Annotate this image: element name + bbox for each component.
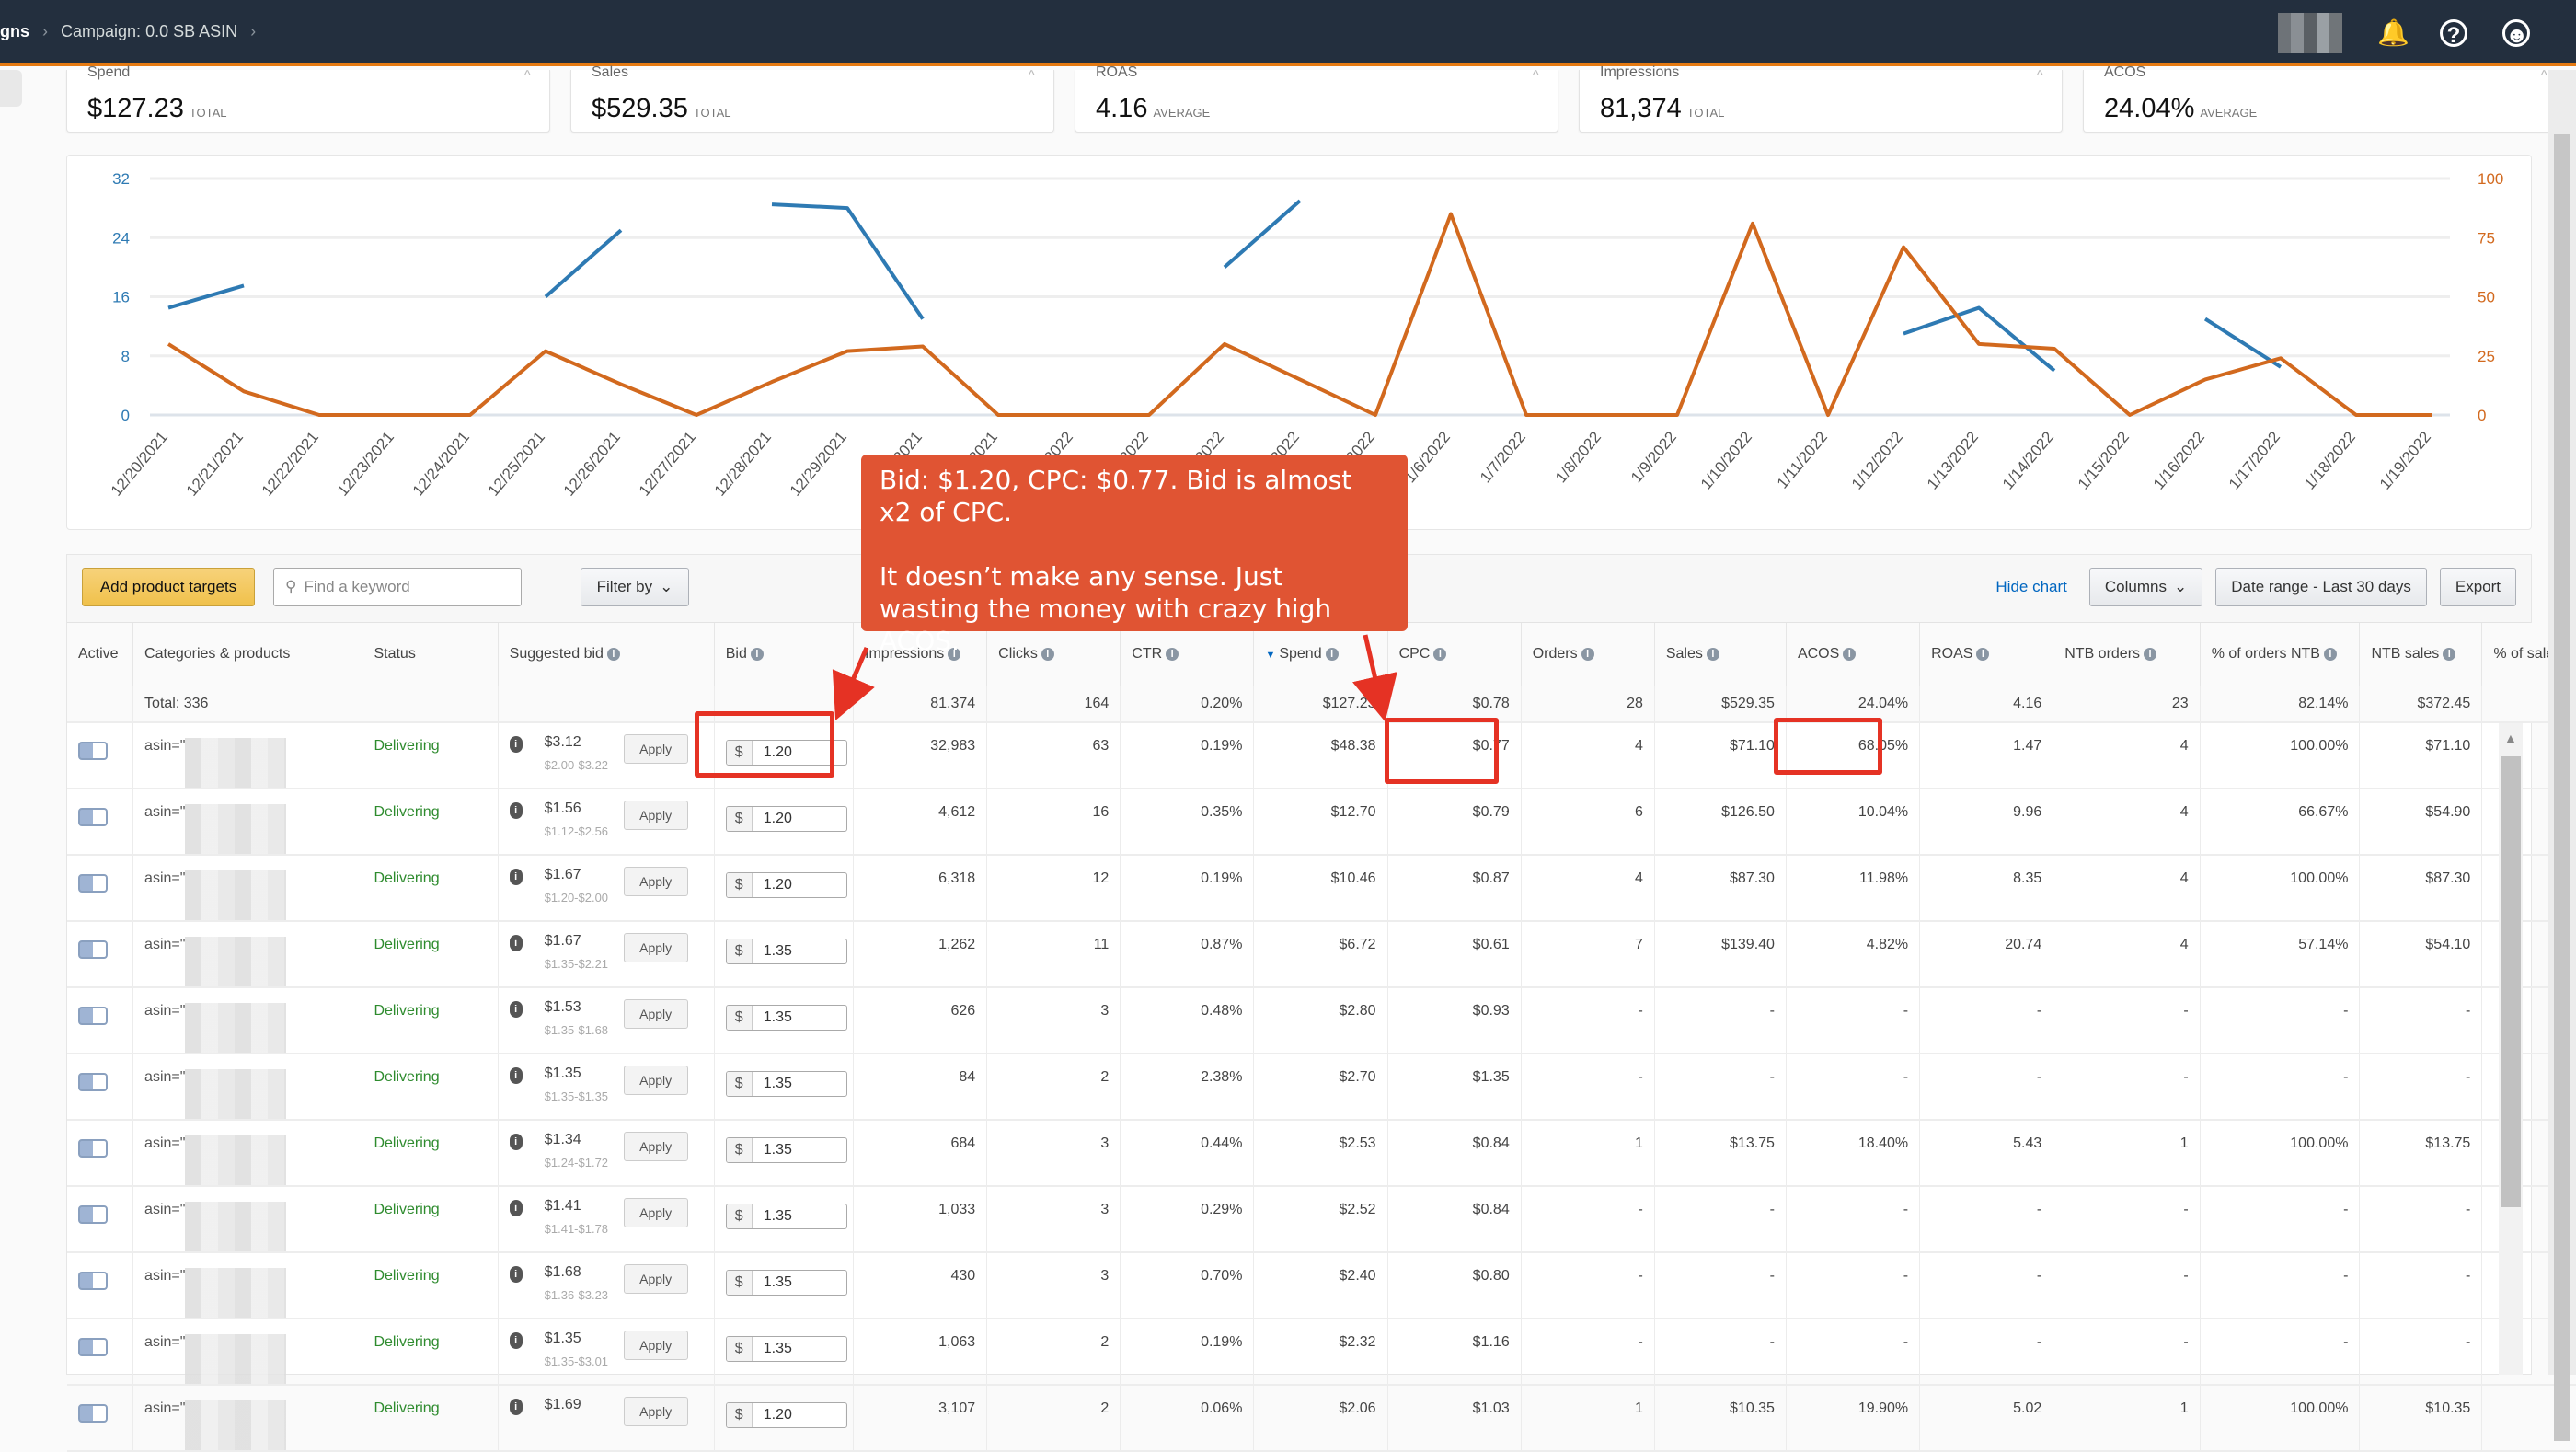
- product-asin[interactable]: asin=": [144, 1400, 185, 1416]
- info-icon[interactable]: i: [510, 1399, 523, 1415]
- annotation-line-2: It doesn’t make any sense. Just wasting …: [880, 560, 1389, 657]
- cell-ctr: 0.06%: [1121, 1385, 1254, 1451]
- cell-sales: $10.35: [1654, 1385, 1786, 1451]
- cell-ntb_orders: 1: [2053, 1385, 2200, 1451]
- cell-roas: 5.02: [1920, 1385, 2053, 1451]
- cell-ntb_sales: $10.35: [2360, 1385, 2482, 1451]
- bid-input-group: $: [726, 1402, 847, 1428]
- cell-acos: 19.90%: [1786, 1385, 1919, 1451]
- annotation-line-1: Bid: $1.20, CPC: $0.77. Bid is almost x2…: [880, 464, 1389, 528]
- annotation-arrows: [0, 0, 2576, 1375]
- currency-symbol: $: [727, 1403, 753, 1427]
- cell-cpc: $1.03: [1387, 1385, 1521, 1451]
- table-row: asin=" Delivering i $1.69 Apply $3,10720…: [67, 1385, 2576, 1451]
- cell-orders: 1: [1521, 1385, 1654, 1451]
- bid-input[interactable]: [753, 1403, 845, 1427]
- cell-impressions: 3,107: [854, 1385, 987, 1451]
- cell-pct_orders_ntb: 100.00%: [2200, 1385, 2360, 1451]
- arrow-to-bid: [845, 648, 867, 699]
- suggested-bid: $1.69: [545, 1397, 581, 1413]
- active-toggle[interactable]: [78, 1404, 108, 1423]
- cell-clicks: 2: [987, 1385, 1121, 1451]
- cell-spend: $2.06: [1254, 1385, 1387, 1451]
- redacted-asin: [185, 1400, 286, 1450]
- status-badge: Delivering: [374, 1400, 439, 1416]
- annotation-callout: Bid: $1.20, CPC: $0.77. Bid is almost x2…: [861, 455, 1408, 631]
- apply-bid-button[interactable]: Apply: [624, 1397, 688, 1426]
